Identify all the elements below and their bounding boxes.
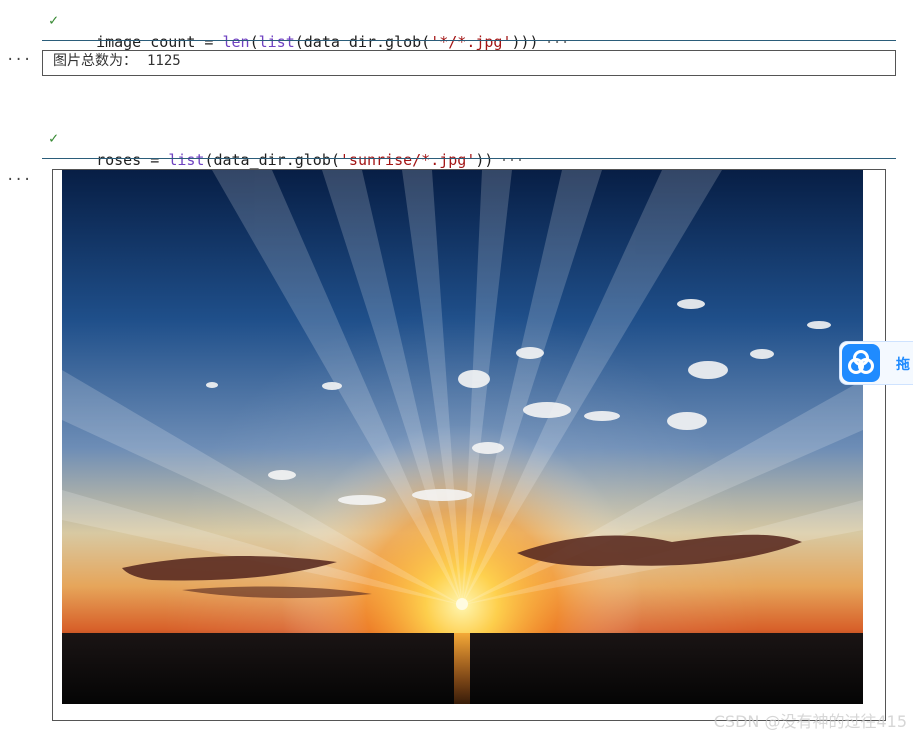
watermark: CSDN @没有神的过往415 <box>713 712 907 731</box>
output-more-button[interactable]: ··· <box>6 52 31 68</box>
code-var: roses <box>96 151 142 169</box>
cloud-drive-icon-glyph <box>848 350 874 374</box>
code-paren: (data_dir.glob( <box>204 151 340 169</box>
code-fn: len <box>222 33 250 51</box>
code-op: = <box>195 33 223 51</box>
sunrise-photo <box>62 170 863 704</box>
expand-code-ellipsis[interactable]: ··· <box>545 33 570 51</box>
code-string: '*/*.jpg' <box>430 33 512 51</box>
output-label: 图片总数为： <box>53 53 137 69</box>
code-paren: ( <box>249 33 259 51</box>
code-paren: ))) <box>511 33 539 51</box>
code-var: image_count <box>96 33 196 51</box>
code-paren: )) <box>475 151 494 169</box>
success-check-icon: ✓ <box>49 11 59 29</box>
floating-drag-widget[interactable]: 拖 <box>839 341 913 385</box>
code-string: 'sunrise/*.jpg' <box>339 151 476 169</box>
sunrise-image <box>62 170 863 704</box>
code-fn: list <box>258 33 295 51</box>
code-fn: list <box>168 151 205 169</box>
expand-code-ellipsis[interactable]: ··· <box>499 151 524 169</box>
output-more-button[interactable]: ··· <box>6 172 31 188</box>
code-paren: (data_dir.glob( <box>294 33 431 51</box>
floating-widget-label: 拖 <box>896 357 910 373</box>
code-line[interactable]: roses = list(data_dir.glob('sunrise/*.jp… <box>78 130 524 170</box>
code-op: = <box>141 151 169 169</box>
cloud-drive-icon[interactable] <box>842 344 880 382</box>
code-line[interactable]: image_count = len(list(data_dir.glob('*/… <box>78 12 570 52</box>
output-area: 图片总数为： 1125 <box>42 50 896 76</box>
cell-divider <box>42 40 896 41</box>
output-value: 1125 <box>147 53 181 69</box>
cell-divider <box>42 158 896 159</box>
success-check-icon: ✓ <box>49 129 59 147</box>
